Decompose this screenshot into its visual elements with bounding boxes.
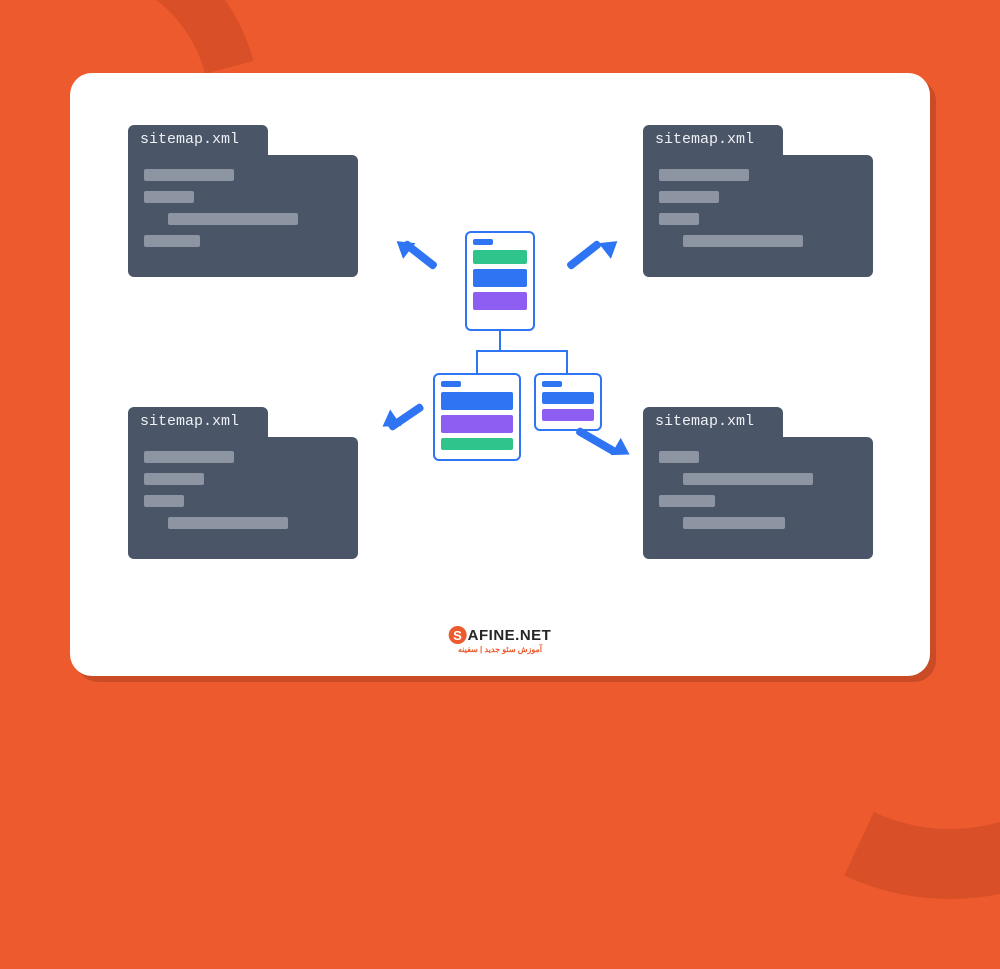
- site-page-child-left: [433, 373, 521, 461]
- site-page-child-right: [534, 373, 602, 431]
- content-line: [659, 169, 749, 181]
- content-line: [144, 169, 234, 181]
- folder-bottom-left: sitemap.xml: [128, 407, 358, 559]
- content-line: [144, 191, 194, 203]
- tree-connector: [499, 331, 501, 351]
- content-line: [683, 517, 785, 529]
- page-block: [473, 239, 493, 245]
- brand-name: SAFINE.NET: [449, 626, 552, 644]
- page-block: [473, 292, 527, 310]
- content-line: [659, 495, 715, 507]
- site-page-root: [465, 231, 535, 331]
- page-block: [441, 392, 513, 410]
- content-line: [144, 451, 234, 463]
- content-line: [659, 213, 699, 225]
- content-line: [659, 451, 699, 463]
- content-line: [144, 235, 200, 247]
- brand-tagline: آموزش سئو جدید | سفینه: [449, 645, 552, 654]
- brand-logo: SAFINE.NET آموزش سئو جدید | سفینه: [449, 626, 552, 654]
- tree-connector: [566, 350, 568, 373]
- folder-top-left: sitemap.xml: [128, 125, 358, 277]
- page-block: [441, 381, 461, 387]
- content-line: [168, 517, 288, 529]
- page-block: [441, 415, 513, 433]
- diagram-card: sitemap.xml sitemap.xml sitemap.xml site…: [70, 73, 930, 676]
- page-block: [542, 381, 562, 387]
- content-line: [168, 213, 298, 225]
- content-line: [144, 473, 204, 485]
- page-block: [473, 250, 527, 264]
- folder-body: [643, 155, 873, 277]
- page-block: [441, 438, 513, 450]
- folder-tab-label: sitemap.xml: [643, 407, 783, 437]
- folder-bottom-right: sitemap.xml: [643, 407, 873, 559]
- tree-connector: [476, 350, 568, 352]
- folder-tab-label: sitemap.xml: [643, 125, 783, 155]
- folder-body: [128, 437, 358, 559]
- folder-tab-label: sitemap.xml: [128, 125, 268, 155]
- folder-tab-label: sitemap.xml: [128, 407, 268, 437]
- content-line: [683, 235, 803, 247]
- brand-text: AFINE.NET: [468, 627, 552, 644]
- tree-connector: [476, 350, 478, 373]
- brand-logo-badge: S: [449, 626, 467, 644]
- content-line: [144, 495, 184, 507]
- page-block: [542, 409, 594, 421]
- folder-body: [643, 437, 873, 559]
- folder-top-right: sitemap.xml: [643, 125, 873, 277]
- content-line: [659, 191, 719, 203]
- page-block: [473, 269, 527, 287]
- content-line: [683, 473, 813, 485]
- page-block: [542, 392, 594, 404]
- folder-body: [128, 155, 358, 277]
